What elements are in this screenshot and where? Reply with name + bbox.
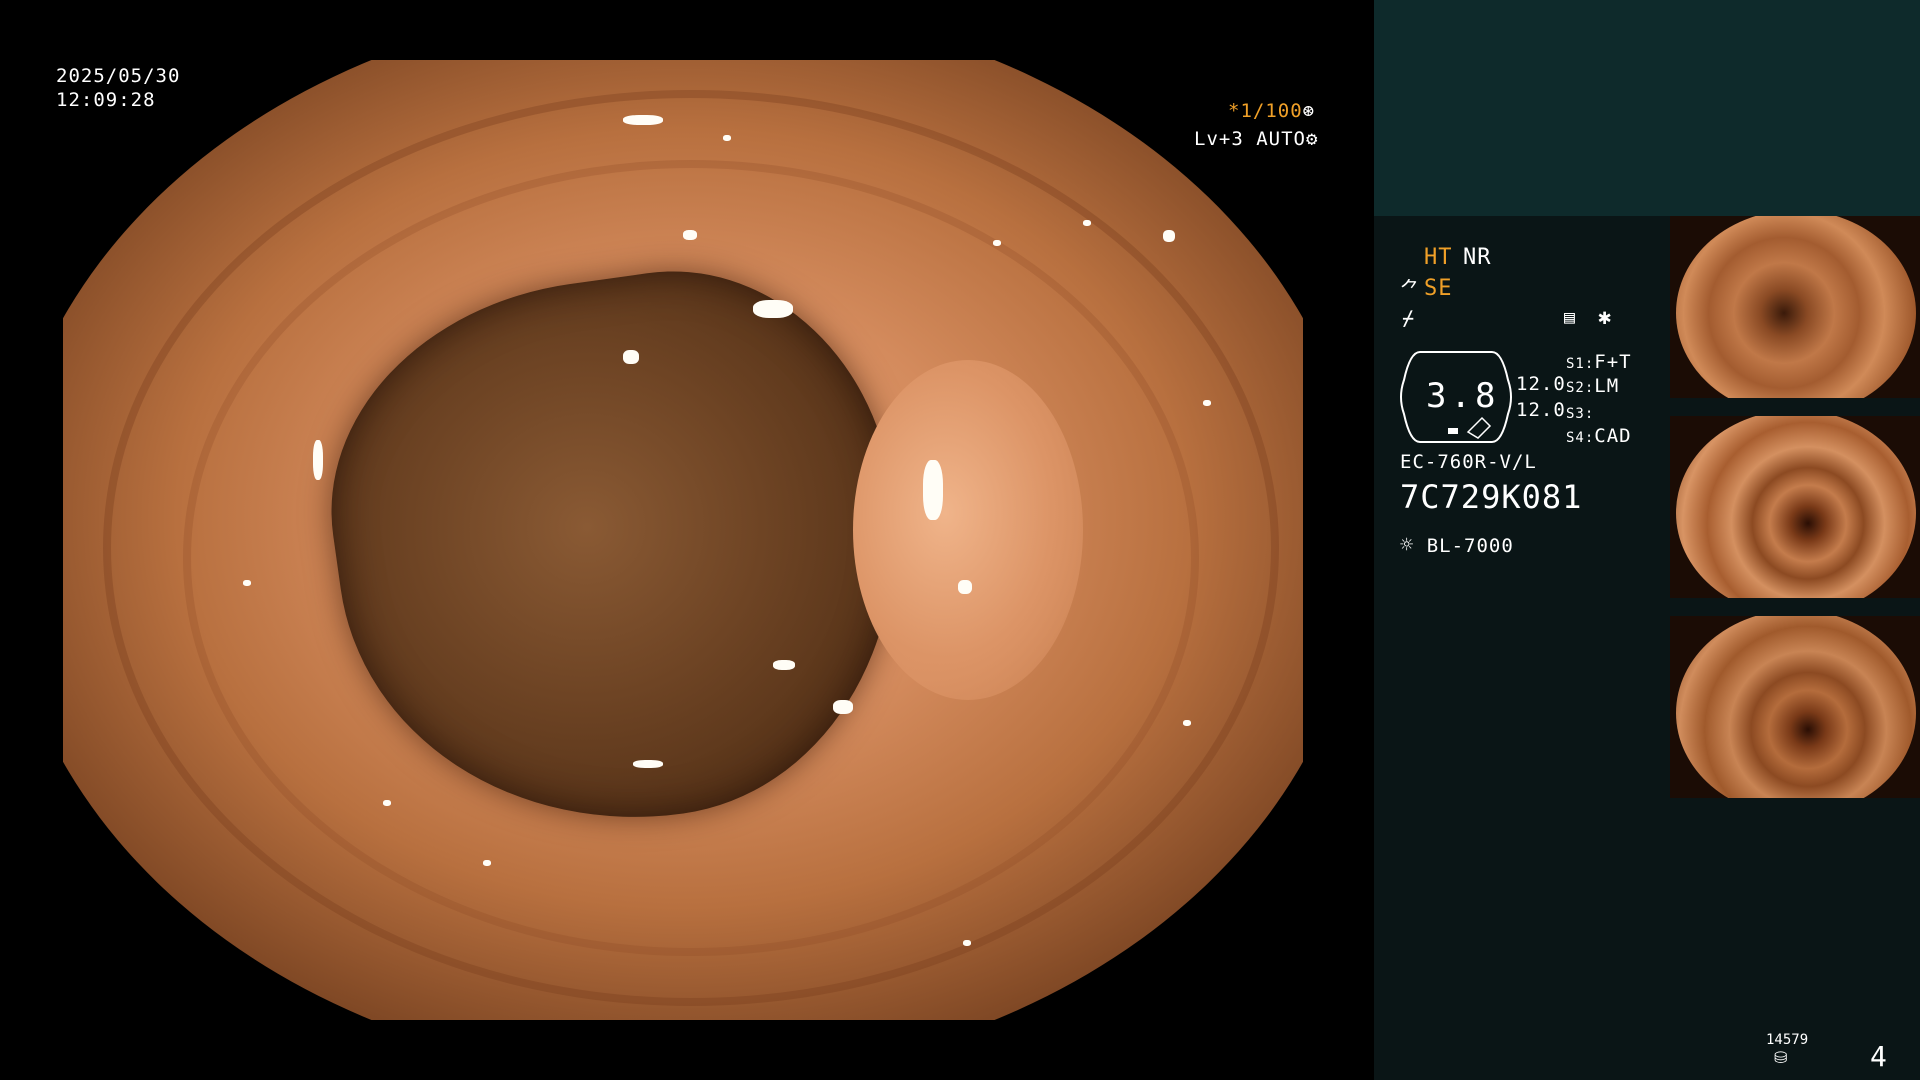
value-1: 12.0 [1516, 373, 1566, 395]
light-reflection [1163, 230, 1175, 242]
light-reflection [1183, 720, 1191, 726]
level-value: Lv+3 [1194, 128, 1244, 150]
light-reflection [723, 135, 731, 141]
exposure-label: Lv+3 AUTO⚙ [1194, 127, 1318, 151]
light-reflection [1083, 220, 1091, 226]
light-reflection [963, 940, 971, 946]
shutter-value: *1/100 [1228, 100, 1303, 122]
gauge-value: 3.8 [1426, 376, 1500, 416]
gear-icon: ⚙ [1305, 128, 1319, 150]
light-reflection [753, 300, 793, 318]
light-reflection [383, 800, 391, 806]
light-reflection [923, 460, 943, 520]
disk-icon: ⛁ [1774, 1048, 1788, 1067]
se-label: SE [1424, 276, 1453, 301]
thumbnail-image [1676, 216, 1916, 410]
thumbnail-3[interactable] [1670, 616, 1920, 810]
date-label: 2025/05/30 [56, 65, 181, 87]
thumbnail-image [1676, 416, 1916, 610]
s3-label: S3: [1566, 406, 1595, 422]
endoscope-view [63, 60, 1303, 1020]
slot-s4: S4:CAD [1566, 424, 1632, 450]
light-source-row: ☼ BL-7000 [1400, 534, 1514, 558]
memory-icon: ▤ [1564, 307, 1576, 328]
thumbnail-image [1676, 616, 1916, 810]
light-reflection [833, 700, 853, 714]
mode-value: AUTO [1256, 128, 1306, 150]
nr-label: NR [1463, 245, 1492, 270]
ht-label: HT [1424, 245, 1453, 270]
time-label: 12:09:28 [56, 89, 156, 111]
panel-header [1374, 0, 1920, 216]
scope-model: EC-760R-V/L [1400, 451, 1537, 473]
s4-value: CAD [1594, 425, 1632, 447]
light-source-icon: ☼ [1400, 533, 1415, 558]
shutter-label: *1/100⊛ [1228, 99, 1315, 123]
s2-value: LM [1594, 375, 1620, 397]
image-count: 14579 [1766, 1032, 1809, 1048]
thumbnail-bar [1670, 598, 1920, 610]
s2-label: S2: [1566, 380, 1595, 396]
thumbnail-1[interactable] [1670, 216, 1920, 410]
light-reflection [1203, 400, 1211, 406]
s4-label: S4: [1566, 430, 1595, 446]
mucosal-bulge [853, 360, 1083, 700]
light-reflection [623, 350, 639, 364]
thumbnail-bar [1670, 398, 1920, 410]
light-reflection [483, 860, 491, 866]
page-number: 4 [1870, 1040, 1887, 1073]
scope-serial: 7C729K081 [1400, 478, 1583, 516]
light-reflection [773, 660, 795, 670]
aperture-icon: ⊛ [1302, 100, 1316, 122]
light-reflection [993, 240, 1001, 246]
light-reflection [623, 115, 663, 125]
light-reflection [683, 230, 697, 240]
light-source-label: BL-7000 [1426, 535, 1514, 557]
slot-s3: S3: [1566, 400, 1594, 426]
enhance-icon: ⌿ [1402, 306, 1416, 330]
thumbnail-bar [1670, 798, 1920, 810]
light-reflection [633, 760, 663, 768]
slot-s2: S2:LM [1566, 374, 1619, 400]
value-2: 12.0 [1516, 399, 1566, 421]
s1-value: F+T [1594, 351, 1632, 373]
thumbnail-2[interactable] [1670, 416, 1920, 610]
slot-s1: S1:F+T [1566, 350, 1632, 376]
light-reflection [243, 580, 251, 586]
s1-label: S1: [1566, 356, 1595, 372]
tools-icon: ⺈ [1400, 277, 1421, 301]
light-reflection [313, 440, 323, 480]
asterisk-icon: ✱ [1598, 305, 1613, 330]
light-reflection [958, 580, 972, 594]
